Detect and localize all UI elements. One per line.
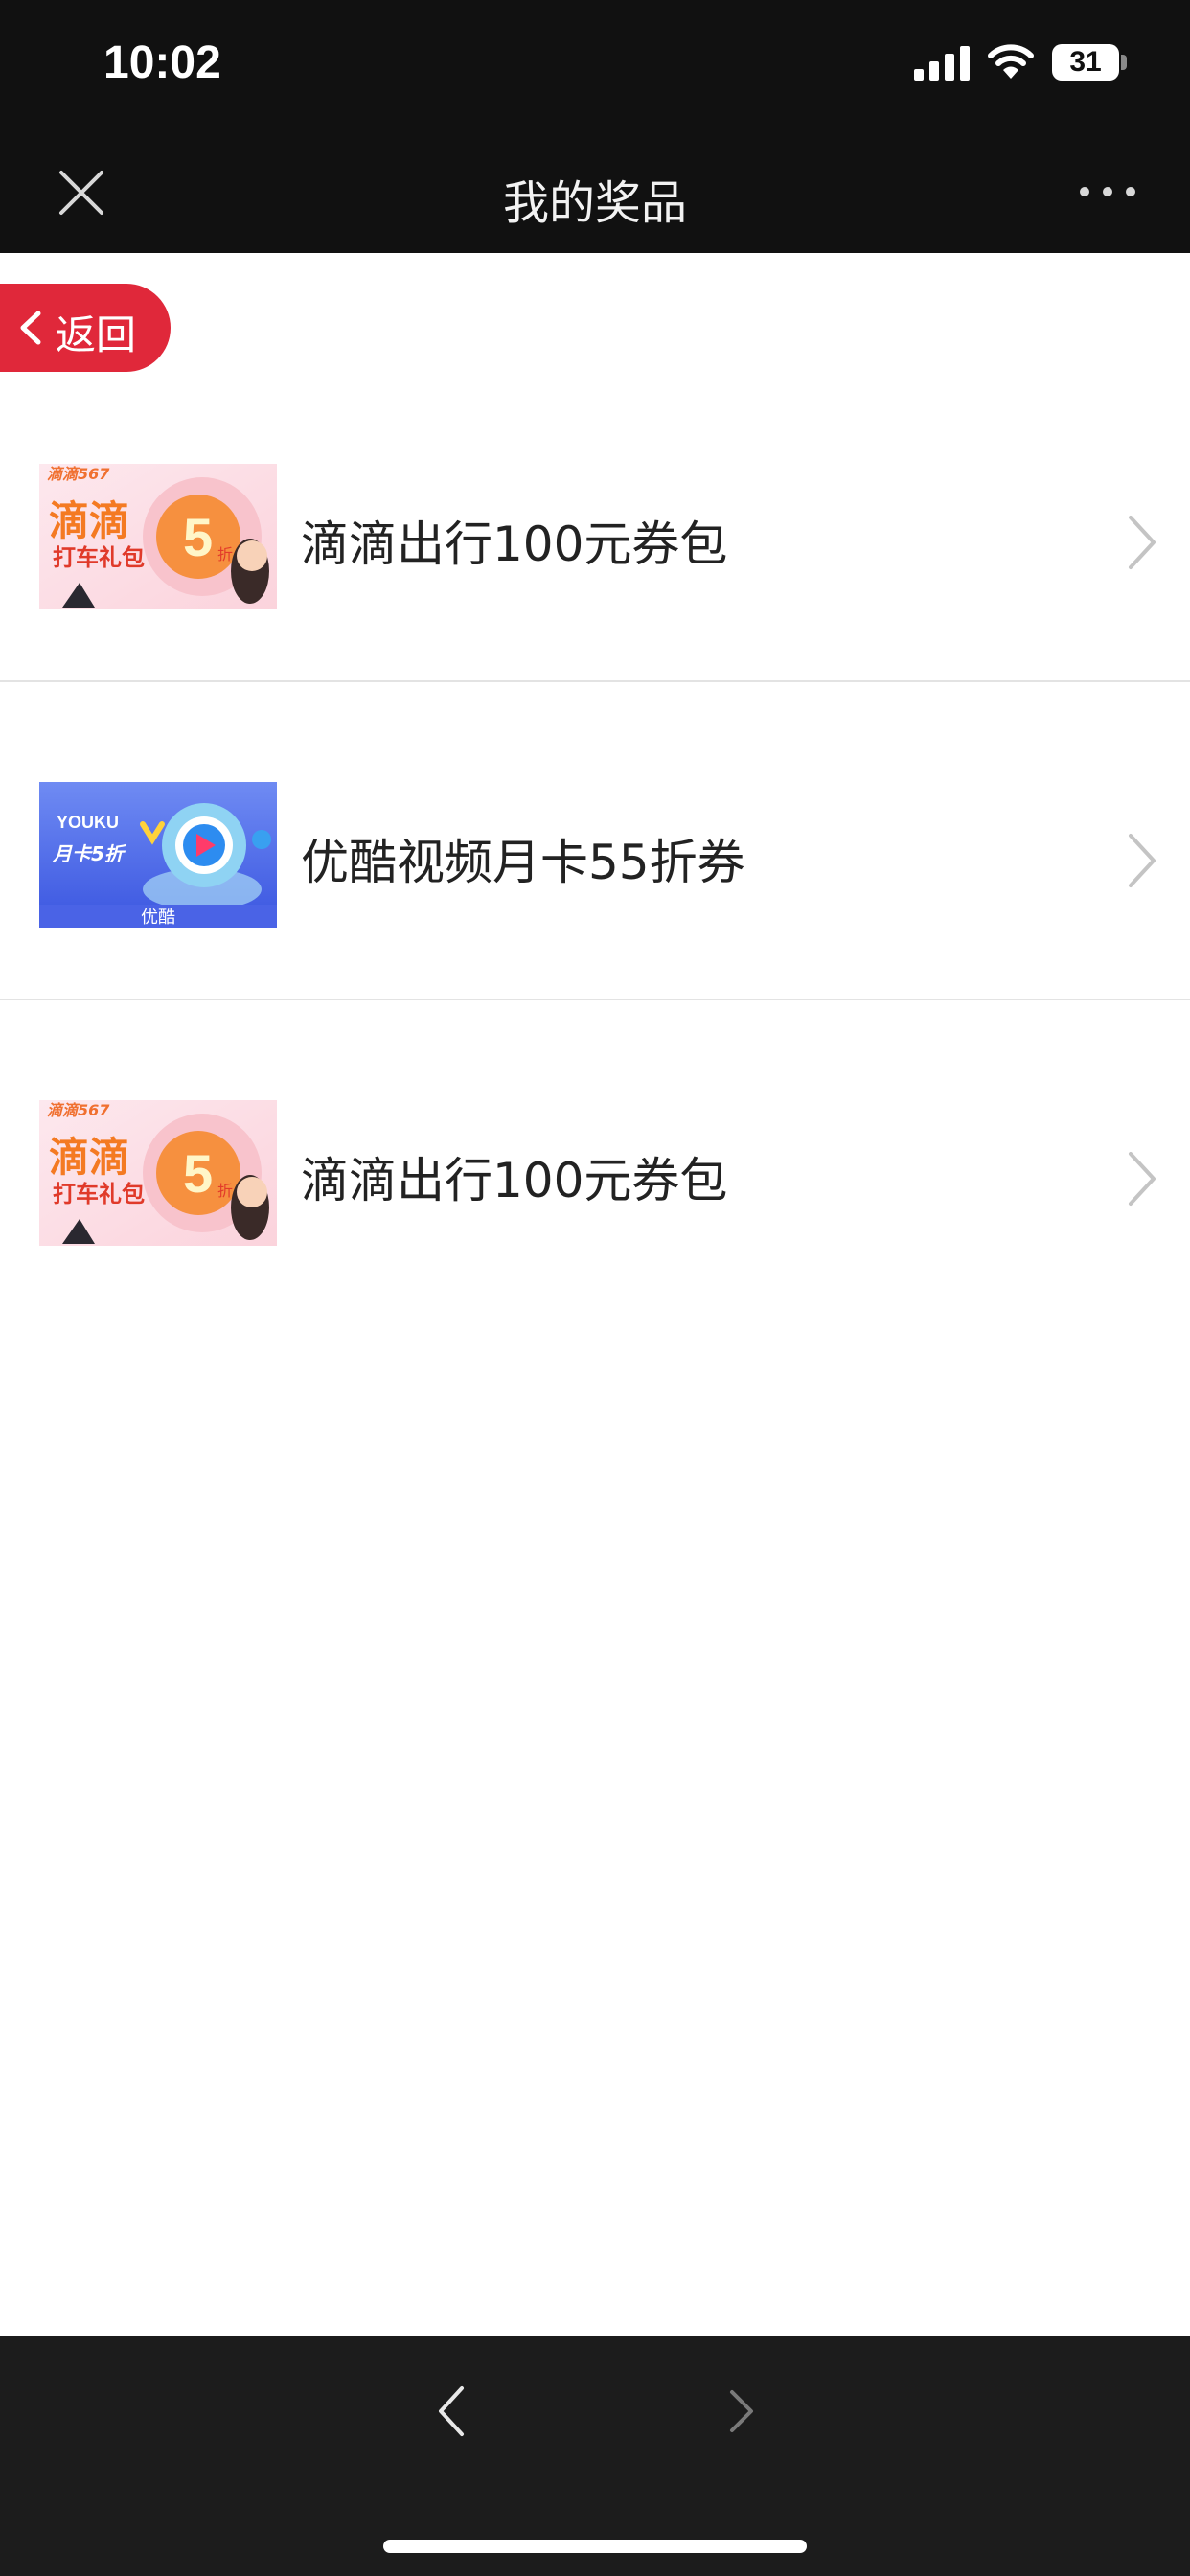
- svg-text:优酷: 优酷: [141, 908, 175, 928]
- youku-thumbnail: YOUKU 月卡5折 优酷: [39, 782, 277, 928]
- item-title: 滴滴出行100元券包: [301, 1153, 728, 1208]
- back-button-label: 返回: [56, 311, 137, 358]
- item-title: 滴滴出行100元券包: [301, 517, 728, 572]
- page-title: 我的奖品: [502, 176, 687, 230]
- didi-thumbnail: 5 折 滴滴567 滴滴 打车礼包: [39, 464, 277, 610]
- svg-text:滴滴: 滴滴: [49, 1134, 129, 1181]
- svg-text:滴滴567: 滴滴567: [47, 1101, 110, 1119]
- chevron-right-icon: [1129, 516, 1156, 569]
- list-item[interactable]: YOUKU 月卡5折 优酷 优酷视频月卡55折券: [0, 682, 1190, 1000]
- chevron-right-icon: [1129, 834, 1156, 887]
- more-options-icon[interactable]: [1077, 172, 1138, 211]
- battery-cap: [1121, 55, 1127, 70]
- svg-text:打车礼包: 打车礼包: [53, 544, 145, 571]
- bottom-toolbar: [0, 2336, 1190, 2576]
- browser-forward-icon[interactable]: [724, 2382, 759, 2440]
- list-item[interactable]: 5 折 滴滴567 滴滴 打车礼包 滴滴出行100元券包: [0, 364, 1190, 682]
- home-indicator[interactable]: [383, 2540, 807, 2553]
- wifi-icon: [988, 44, 1034, 79]
- status-time: 10:02: [103, 37, 221, 88]
- nav-bar: 我的奖品: [0, 134, 1190, 253]
- signal-icon: [914, 46, 970, 80]
- svg-text:滴滴567: 滴滴567: [47, 465, 110, 483]
- back-button[interactable]: 返回: [0, 284, 171, 372]
- svg-text:打车礼包: 打车礼包: [53, 1181, 145, 1208]
- svg-text:5: 5: [183, 1143, 213, 1204]
- didi-thumbnail: 5 折 滴滴567 滴滴 打车礼包: [39, 1100, 277, 1246]
- list-item[interactable]: 5 折 滴滴567 滴滴 打车礼包 滴滴出行100元券包: [0, 1000, 1190, 1317]
- chevron-left-icon: [20, 310, 41, 345]
- svg-text:滴滴: 滴滴: [49, 497, 129, 544]
- battery-icon: 31: [1052, 44, 1119, 80]
- svg-text:月卡5折: 月卡5折: [52, 842, 126, 865]
- status-bar: 10:02 31: [0, 0, 1190, 134]
- chevron-right-icon: [1129, 1152, 1156, 1206]
- svg-text:折: 折: [217, 545, 233, 564]
- svg-text:5: 5: [183, 507, 213, 567]
- svg-text:折: 折: [217, 1182, 233, 1200]
- browser-back-icon[interactable]: [433, 2382, 468, 2440]
- svg-text:YOUKU: YOUKU: [57, 813, 119, 832]
- item-title: 优酷视频月卡55折券: [301, 835, 745, 890]
